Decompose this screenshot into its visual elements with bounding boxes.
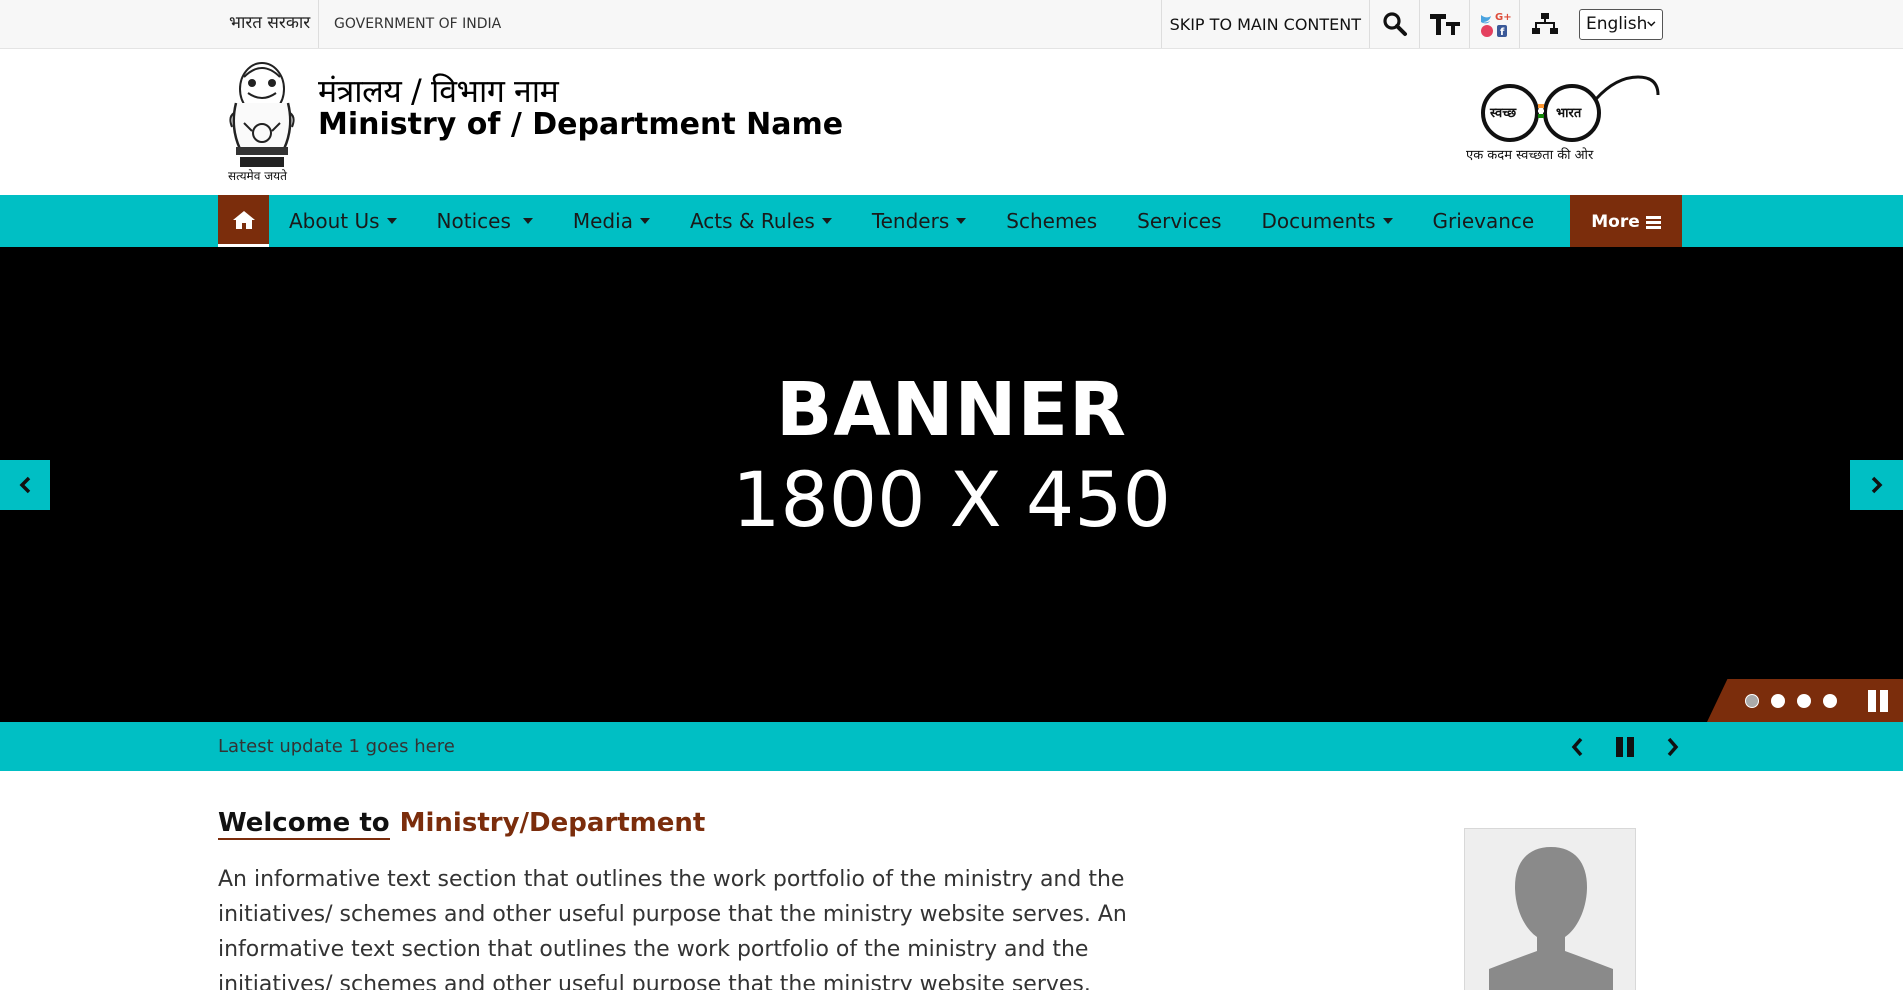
social-media-icon: G+ f	[1480, 12, 1511, 38]
chevron-down-icon	[1647, 21, 1656, 27]
language-select-wrap: English	[1569, 0, 1663, 48]
ticker-pause-button[interactable]	[1605, 722, 1645, 771]
caret-down-icon	[386, 218, 397, 224]
page: भारत सरकार GOVERNMENT OF INDIA SKIP TO M…	[0, 0, 1903, 990]
banner-prev-button[interactable]	[0, 460, 50, 510]
caret-down-icon	[639, 218, 650, 224]
nav-item-notices[interactable]: Notices	[417, 195, 553, 247]
gov-english-label: GOVERNMENT OF INDIA	[334, 16, 502, 32]
nav-item-acts-rules[interactable]: Acts & Rules	[670, 195, 852, 247]
swachh-bharat-logo[interactable]: स्वच्छ भारत एक कदम स्वच्छता की ओर	[1466, 73, 1662, 165]
nav-menu: About Us Notices Media Acts & Rules Tend…	[218, 195, 1554, 247]
swachh-right-text: भारत	[1556, 106, 1582, 121]
nav-label: Grievance	[1432, 209, 1535, 233]
swachh-tagline: एक कदम स्वच्छता की ओर	[1466, 148, 1594, 163]
welcome-ministry: Ministry/Department	[399, 808, 706, 838]
more-label: More	[1591, 212, 1640, 232]
slide-indicators	[1707, 679, 1853, 722]
department-name-hindi: मंत्रालय / विभाग नाम	[318, 72, 559, 110]
language-selected: English	[1586, 14, 1648, 34]
language-select[interactable]: English	[1579, 8, 1663, 40]
nav-item-about-us[interactable]: About Us	[269, 195, 417, 247]
nav-label: Services	[1137, 209, 1222, 233]
minister-photo-placeholder[interactable]	[1464, 828, 1636, 990]
nav-label: Schemes	[1006, 209, 1098, 233]
sitemap-button[interactable]	[1519, 0, 1569, 48]
nav-label: Notices	[436, 209, 511, 233]
slide-dot-4[interactable]	[1823, 694, 1837, 708]
nav-label: Acts & Rules	[689, 209, 815, 233]
national-emblem-logo[interactable]: सत्यमेव जयते	[222, 57, 302, 185]
caret-down-icon	[956, 218, 967, 224]
caret-down-icon	[821, 218, 832, 224]
pause-icon	[1616, 736, 1634, 757]
swachh-left-text: स्वच्छ	[1490, 106, 1517, 121]
banner-next-button[interactable]	[1850, 460, 1903, 510]
chevron-right-icon	[1667, 737, 1679, 756]
nav-item-media[interactable]: Media	[553, 195, 670, 247]
sitemap-icon	[1531, 13, 1558, 34]
caret-down-icon	[522, 218, 533, 224]
search-button[interactable]	[1369, 0, 1419, 48]
nav-item-services[interactable]: Services	[1117, 195, 1241, 247]
person-silhouette-icon	[1465, 829, 1635, 990]
emblem-caption: सत्यमेव जयते	[228, 169, 287, 183]
nav-item-schemes[interactable]: Schemes	[986, 195, 1117, 247]
social-media-button[interactable]: G+ f	[1469, 0, 1519, 48]
home-icon	[232, 210, 255, 229]
utility-links: SKIP TO MAIN CONTENT G+ f English	[1160, 0, 1663, 48]
nav-item-documents[interactable]: Documents	[1242, 195, 1413, 247]
svg-text:G+: G+	[1495, 12, 1511, 23]
chevron-right-icon	[1871, 476, 1882, 494]
nav-label: Tenders	[871, 209, 950, 233]
chevron-left-icon	[1571, 737, 1583, 756]
top-utility-bar: भारत सरकार GOVERNMENT OF INDIA SKIP TO M…	[0, 0, 1903, 49]
home-button[interactable]	[218, 195, 269, 247]
skip-to-main-link[interactable]: SKIP TO MAIN CONTENT	[1160, 0, 1369, 48]
text-size-button[interactable]	[1419, 0, 1469, 48]
pause-icon	[1868, 689, 1888, 712]
nav-label: Media	[572, 209, 633, 233]
banner-dimensions: 1800 X 450	[732, 455, 1171, 544]
more-menu-button[interactable]: More	[1570, 195, 1682, 249]
svg-text:f: f	[1500, 27, 1505, 38]
ticker-next-button[interactable]	[1653, 722, 1693, 771]
caret-down-icon	[1382, 218, 1393, 224]
nav-label: Documents	[1261, 209, 1376, 233]
ticker-update-text[interactable]: Latest update 1 goes here	[218, 722, 455, 771]
news-ticker: Latest update 1 goes here	[0, 722, 1903, 771]
slide-dot-3[interactable]	[1797, 694, 1811, 708]
site-header: सत्यमेव जयते मंत्रालय / विभाग नाम Minist…	[0, 49, 1903, 195]
hero-banner: BANNER 1800 X 450	[0, 247, 1903, 722]
slide-dot-1[interactable]	[1745, 694, 1759, 708]
welcome-heading: Welcome to Ministry/Department	[218, 808, 706, 840]
text-size-icon	[1429, 14, 1460, 35]
emblem-icon	[229, 62, 295, 167]
welcome-prefix: Welcome to	[218, 808, 390, 840]
gov-hindi-label: भारत सरकार	[229, 0, 320, 48]
welcome-paragraph: An informative text section that outline…	[218, 867, 1127, 990]
search-icon	[1382, 12, 1407, 36]
banner-title: BANNER	[775, 367, 1128, 453]
nav-item-tenders[interactable]: Tenders	[852, 195, 986, 247]
banner-pause-button[interactable]	[1853, 679, 1903, 722]
chevron-left-icon	[19, 476, 31, 494]
nav-label: About Us	[289, 209, 380, 233]
nav-item-grievance[interactable]: Grievance	[1413, 195, 1555, 247]
main-nav: About Us Notices Media Acts & Rules Tend…	[0, 195, 1903, 249]
department-name-english: Ministry of / Department Name	[318, 107, 844, 142]
ticker-prev-button[interactable]	[1557, 722, 1597, 771]
hamburger-icon	[1645, 215, 1661, 229]
slide-dot-2[interactable]	[1771, 694, 1785, 708]
